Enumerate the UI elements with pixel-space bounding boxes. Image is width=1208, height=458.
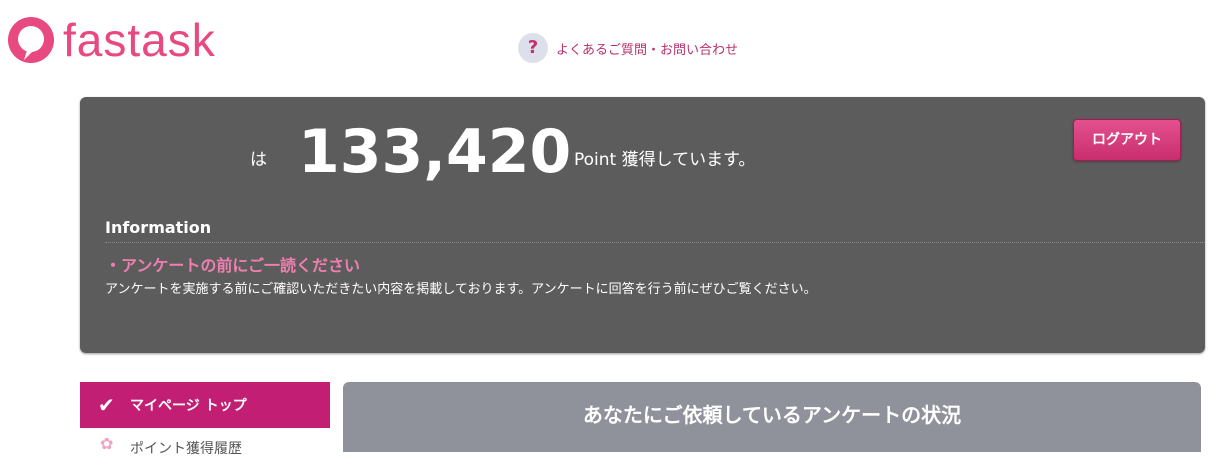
flower-icon: ✿ [100, 434, 114, 453]
information-divider [105, 242, 1205, 243]
faq-contact-link[interactable]: よくあるご質問・お問い合わせ [556, 39, 738, 58]
points-suffix: Point 獲得しています。 [574, 150, 756, 170]
logo-mark-icon [8, 17, 54, 63]
logout-button[interactable]: ログアウト [1073, 119, 1181, 161]
brand-name: fastask [63, 14, 216, 66]
sidebar-item-mypage-top[interactable]: ✔ マイページ トップ [80, 382, 330, 428]
help-area: ? よくあるご質問・お問い合わせ [518, 33, 738, 63]
information-heading: Information [105, 218, 212, 237]
brand-logo[interactable]: fastask [5, 14, 216, 66]
question-icon[interactable]: ? [518, 33, 548, 63]
account-panel: は 133,420 Point 獲得しています。 ログアウト Informati… [80, 97, 1205, 353]
notice-link[interactable]: ・アンケートの前にご一読ください [105, 252, 360, 276]
section-title: あなたにご依頼しているアンケートの状況 [582, 403, 962, 427]
points-prefix: は [250, 150, 267, 170]
survey-status-section: あなたにご依頼しているアンケートの状況 [343, 382, 1201, 452]
points-value: 133,420 [298, 117, 572, 187]
check-icon: ✔ [98, 393, 115, 417]
notice-text: アンケートを実施する前にご確認いただきたい内容を掲載しております。アンケートに回… [105, 282, 817, 297]
sidebar-item-point-history[interactable]: ✿ ポイント獲得履歴 [80, 428, 330, 457]
sidebar-item-label: ポイント獲得履歴 [130, 441, 242, 457]
sidebar-item-label: マイページ トップ [130, 398, 247, 414]
